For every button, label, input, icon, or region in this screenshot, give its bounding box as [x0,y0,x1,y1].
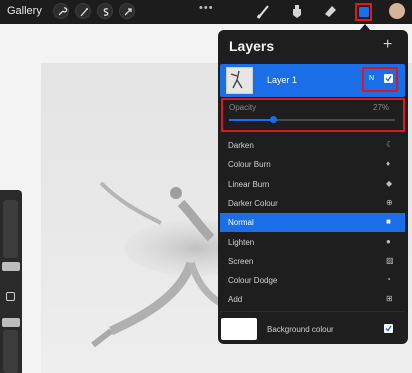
plus-square-icon: ⊞ [386,294,393,304]
moon-icon: ☾ [386,140,394,149]
brush-icon[interactable] [256,3,272,24]
layer-name: Layer 1 [267,75,298,85]
top-toolbar: Gallery ••• [0,0,412,24]
plus-circle-icon: ⊕ [386,197,393,207]
brush-size-slider[interactable] [3,200,18,258]
transform-icon[interactable] [119,3,135,19]
color-picker-swatch[interactable] [389,3,405,19]
blend-mode-label: Add [228,295,243,305]
blend-mode-item[interactable]: Add ⊞ [220,290,405,309]
gallery-button[interactable]: Gallery [7,5,42,17]
circle-icon: ● [386,236,391,246]
magic-wand-icon[interactable] [75,3,91,19]
blend-mode-label: Lighten [228,237,255,247]
dodge-icon: ◔ [386,275,391,285]
blend-mode-item[interactable]: Lighten ● [220,233,405,252]
blend-mode-label: Colour Burn [228,160,271,170]
opacity-slider-fill [229,119,274,121]
blend-mode-label: Linear Burn [228,179,270,189]
opacity-value: 27% [373,103,390,112]
blend-mode-item[interactable]: Colour Dodge ◔ [220,271,405,290]
blend-mode-label: Screen [228,256,254,266]
eraser-icon[interactable] [322,3,338,24]
flame-filled-icon: ◆ [386,178,393,188]
opacity-label: Opacity [229,103,257,112]
blend-mode-button[interactable]: N [369,75,374,82]
background-visibility-checkbox[interactable] [384,324,393,333]
add-layer-button[interactable]: + [383,36,392,54]
blend-mode-item[interactable]: Screen ▨ [220,252,405,271]
blend-mode-label: Darken [228,141,254,150]
divider [220,311,405,312]
blend-mode-item[interactable]: Normal ■ [220,213,405,233]
selection-icon[interactable] [97,3,113,19]
panel-title: Layers [229,38,275,54]
blend-mode-label: Darker Colour [228,198,278,208]
brush-opacity-slider[interactable] [3,330,18,373]
square-n-icon: ■ [386,217,391,227]
blend-mode-label: Colour Dodge [228,276,278,286]
opacity-slider[interactable] [229,116,395,123]
brush-size-thumb[interactable] [2,262,20,271]
layer-thumbnail[interactable] [226,67,253,94]
wrench-icon[interactable] [53,3,69,19]
flame-icon: ♦ [386,159,391,169]
modify-button[interactable] [6,292,15,301]
layers-button[interactable] [355,3,372,21]
background-label: Background colour [267,325,334,334]
brush-opacity-thumb[interactable] [2,318,20,327]
blend-mode-label: Normal [228,218,254,228]
smudge-icon[interactable] [289,3,305,24]
hatched-square-icon: ▨ [386,255,394,265]
blend-mode-item[interactable]: Darker Colour ⊕ [220,194,405,213]
blend-mode-item[interactable]: Darken ☾ [220,136,405,155]
layers-icon [359,7,369,17]
blend-mode-item[interactable]: Colour Burn ♦ [220,155,405,174]
layer-visibility-checkbox[interactable] [384,74,393,83]
background-colour-swatch[interactable] [221,318,257,340]
blend-mode-item[interactable]: Linear Burn ◆ [220,175,405,194]
more-menu-button[interactable]: ••• [199,2,214,14]
